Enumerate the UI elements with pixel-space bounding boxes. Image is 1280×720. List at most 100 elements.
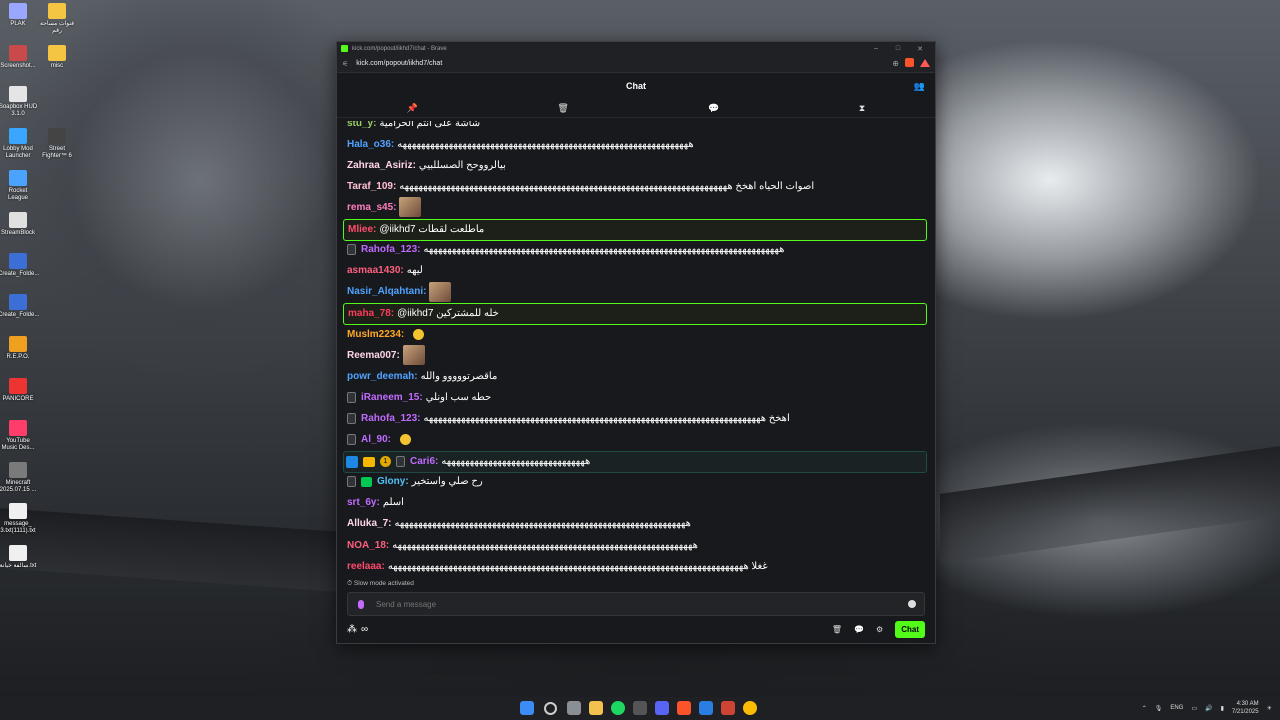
- emoji-icon[interactable]: [908, 600, 916, 608]
- mic-icon[interactable]: [358, 599, 364, 609]
- site-settings-icon[interactable]: ⚟: [342, 60, 348, 68]
- spotify-icon[interactable]: [611, 701, 625, 715]
- desktop-icon-glyph: [9, 212, 27, 228]
- trash-icon[interactable]: 🗑: [557, 103, 568, 114]
- chat-message: Taraf_109: اصوات الحياه اهخخ هههههههههههه…: [347, 176, 927, 196]
- chat-username[interactable]: powr_deemah:: [347, 371, 418, 382]
- desktop-icon[interactable]: YouTube Music Des...: [0, 420, 38, 452]
- desktop-icon[interactable]: PANICORE: [0, 378, 38, 403]
- chat-text: ماقصرتووووو والله: [420, 370, 498, 382]
- smile-emote-icon: [413, 328, 425, 340]
- desktop-icon[interactable]: Soapbox HUD 3.1.0: [0, 86, 38, 118]
- chat-username[interactable]: stu_y:: [347, 121, 376, 129]
- desktop-icon[interactable]: misc: [37, 45, 77, 70]
- hourglass-icon[interactable]: ⧗: [859, 103, 865, 114]
- discord-icon[interactable]: [655, 701, 669, 715]
- desktop-icon-label: PANICORE: [2, 396, 34, 402]
- clock[interactable]: 4:30 AM 7/21/2025: [1232, 700, 1259, 716]
- brave-icon[interactable]: [677, 701, 691, 715]
- chat-username[interactable]: Rahofa_123:: [361, 413, 420, 424]
- chat-title: Chat: [626, 81, 646, 91]
- chat-username[interactable]: Alluka_7:: [347, 518, 391, 529]
- file-explorer-icon[interactable]: [589, 701, 603, 715]
- maximize-button[interactable]: □: [887, 45, 909, 52]
- pin-icon[interactable]: 📌: [407, 103, 418, 114]
- chat-username[interactable]: rema_s45:: [347, 202, 396, 213]
- desktop-icon[interactable]: message_ 3.txt(1111).txt: [0, 503, 38, 535]
- background-rooftop: [940, 446, 1280, 564]
- chat-username[interactable]: Cari6:: [410, 456, 438, 467]
- desktop-icon[interactable]: Rocket League: [0, 170, 38, 202]
- message-input[interactable]: [374, 598, 908, 610]
- title-bar: kick.com/popout/iikhd7/chat - Brave – □ …: [337, 42, 935, 55]
- zoom-icon[interactable]: ⊕: [892, 59, 899, 68]
- desktop-icon[interactable]: R.E.P.O.: [0, 336, 38, 361]
- moderator-badge-icon: [347, 412, 356, 424]
- chat-username[interactable]: srt_6y:: [347, 497, 380, 508]
- search-icon[interactable]: [544, 702, 557, 715]
- moderator-badge-icon: [347, 476, 356, 488]
- chat-username[interactable]: Rahofa_123:: [361, 244, 420, 255]
- chat-username[interactable]: Zahraa_Asiriz:: [347, 160, 416, 171]
- settings-icon[interactable]: ⚙: [876, 625, 883, 634]
- chat-text: @iikhd7 خله للمشتركين: [397, 308, 499, 320]
- chat-username[interactable]: Taraf_109:: [347, 181, 396, 192]
- app-icon[interactable]: [699, 701, 713, 715]
- comment-icon[interactable]: 💬: [708, 103, 719, 114]
- chat-username[interactable]: maha_78:: [348, 308, 394, 319]
- desktop-icon[interactable]: Street Fighter™ 6: [37, 128, 77, 160]
- minimize-button[interactable]: –: [865, 45, 887, 52]
- chat-send-button[interactable]: Chat: [895, 620, 925, 638]
- url-field[interactable]: kick.com/popout/iikhd7/chat: [356, 60, 886, 67]
- background-rooftop-left: [0, 508, 340, 592]
- chat-text: @iikhd7 ماطلعت لقطات: [379, 224, 485, 235]
- desktop-icon[interactable]: StreamBlock: [0, 212, 38, 237]
- desktop-icon[interactable]: قنوات مساحة رقم: [37, 3, 77, 35]
- chat-username[interactable]: Hala_o36:: [347, 139, 394, 150]
- chat-username[interactable]: Mliee:: [348, 224, 376, 235]
- notifications-icon[interactable]: ☀: [1267, 705, 1272, 712]
- language-indicator[interactable]: ENG: [1170, 705, 1183, 711]
- points-icon[interactable]: ⁂: [347, 624, 357, 635]
- chat-message: Nasir_Alqahtani:: [347, 281, 927, 302]
- chat-username[interactable]: Glony:: [377, 476, 409, 487]
- task-view-icon[interactable]: [567, 701, 581, 715]
- network-icon[interactable]: ▭: [1191, 705, 1197, 712]
- desktop-icon-label: Street Fighter™ 6: [42, 146, 72, 159]
- desktop-icon[interactable]: PLAK: [0, 3, 38, 28]
- chat-username[interactable]: Nasir_Alqahtani:: [347, 286, 426, 297]
- chat-text: هههههههههههههههههههههههههههههههه: [441, 456, 591, 468]
- terminal-icon[interactable]: [633, 701, 647, 715]
- volume-icon[interactable]: 🔊: [1205, 705, 1212, 712]
- chat-username[interactable]: Muslm2234:: [347, 329, 404, 340]
- chat-username[interactable]: NOA_18:: [347, 540, 389, 551]
- chat-username[interactable]: asmaa1430:: [347, 265, 404, 276]
- chat-username[interactable]: Al_90:: [361, 434, 391, 445]
- desktop-icon[interactable]: Screenshot...: [0, 45, 38, 70]
- desktop-icon[interactable]: Minecraft 2025.07.15 ...: [0, 462, 38, 494]
- start-icon[interactable]: [520, 701, 534, 715]
- address-bar: ⚟ kick.com/popout/iikhd7/chat ⊕: [337, 55, 935, 73]
- users-icon[interactable]: 👥: [914, 81, 925, 92]
- close-button[interactable]: ✕: [909, 45, 931, 53]
- battery-icon[interactable]: ▮: [1221, 705, 1224, 712]
- chat-username[interactable]: iRaneem_15:: [361, 392, 423, 403]
- chat-username[interactable]: Reema007:: [347, 350, 400, 361]
- desktop-icon-label: R.E.P.O.: [6, 354, 30, 360]
- record-icon[interactable]: [721, 701, 735, 715]
- chat-text: شاشة على انتم الحرامية: [379, 121, 481, 129]
- chat-username[interactable]: reelaaa:: [347, 561, 385, 572]
- brave-shields-icon[interactable]: [905, 58, 914, 69]
- brave-rewards-icon[interactable]: [920, 58, 930, 69]
- emote-image: [402, 345, 425, 366]
- desktop-icon[interactable]: سالفة خيانة.txt: [0, 545, 38, 570]
- desktop-icon[interactable]: Create_Folde...: [0, 294, 39, 319]
- comment-icon[interactable]: 💬: [854, 625, 864, 634]
- mic-tray-icon[interactable]: 🎙: [1155, 705, 1163, 712]
- message-input-box[interactable]: [347, 592, 925, 616]
- desktop-icon[interactable]: Lobby Mod Launcher: [0, 128, 38, 160]
- trash-icon[interactable]: 🗑: [832, 625, 842, 634]
- chrome-icon[interactable]: [743, 701, 757, 715]
- desktop-icon[interactable]: Create_Folde...: [0, 253, 39, 278]
- chevron-up-icon[interactable]: ⌃: [1142, 705, 1147, 712]
